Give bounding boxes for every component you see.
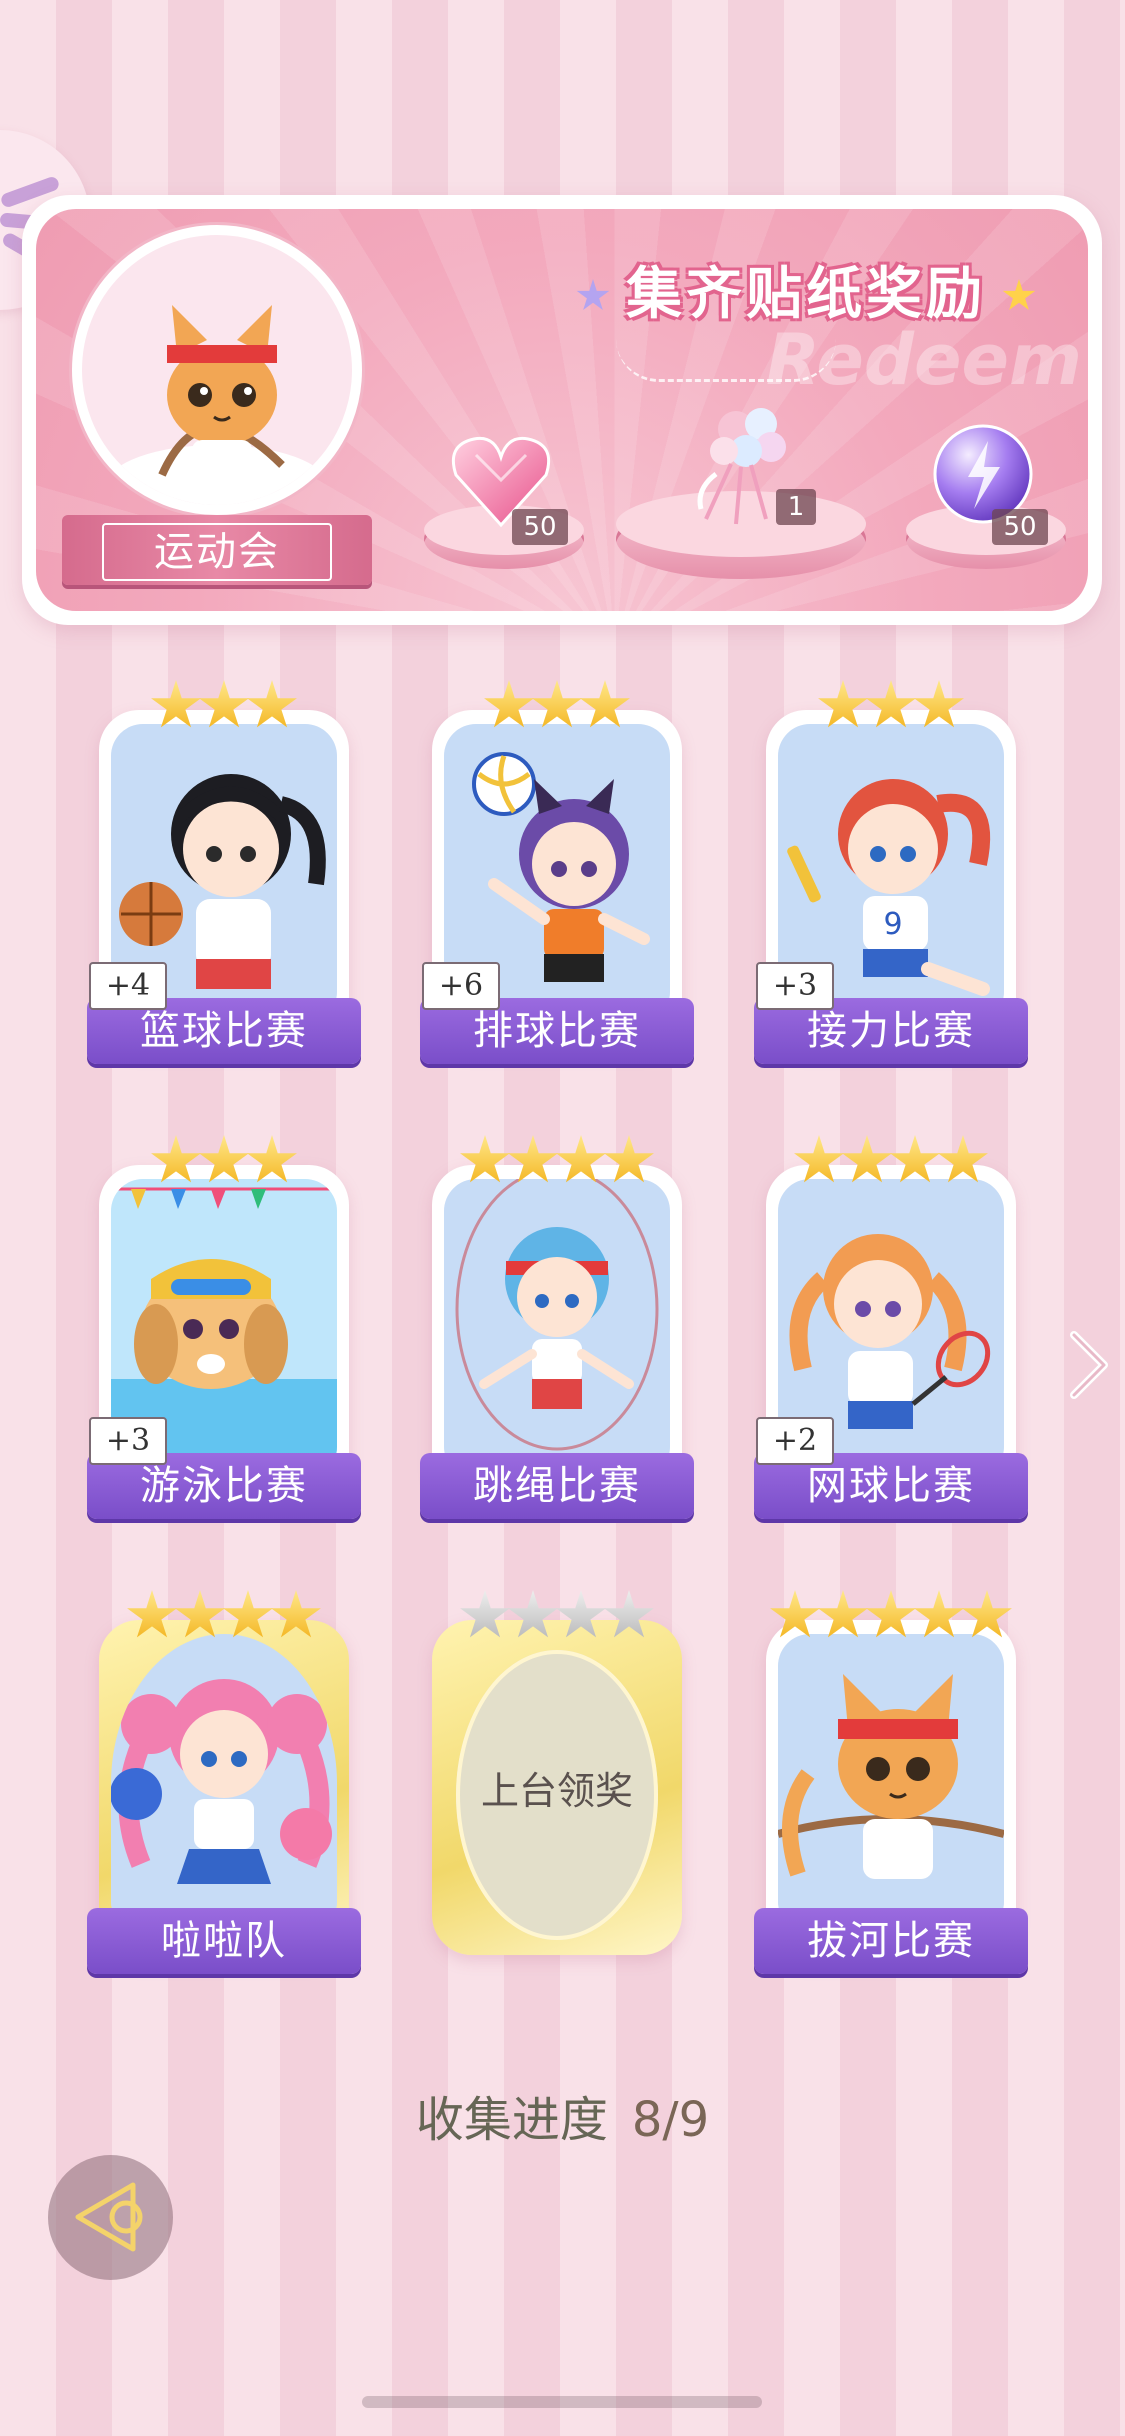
sticker-card-tennis[interactable]: +2 网球比赛 — [754, 1135, 1028, 1519]
duplicate-count-badge: +4 — [89, 962, 167, 1010]
locked-text: 上台领奖 — [480, 1769, 633, 1813]
star-rating — [760, 1590, 1022, 1650]
sticker-card-tugofwar[interactable]: 拔河比赛 — [754, 1590, 1028, 1974]
star-rating — [426, 1590, 688, 1650]
star-icon — [938, 1135, 988, 1183]
star-icon — [223, 1590, 273, 1638]
star-rating — [93, 680, 355, 740]
back-button[interactable] — [48, 2155, 173, 2280]
star-icon — [580, 680, 630, 728]
event-circle — [72, 225, 362, 515]
reward-count: 1 — [776, 489, 816, 525]
sticker-card-basketball[interactable]: +4 篮球比赛 — [87, 680, 361, 1064]
progress-label: 收集进度 — [415, 2092, 608, 2148]
duplicate-count-badge: +2 — [756, 1417, 834, 1465]
star-icon — [842, 1135, 892, 1183]
star-icon — [914, 1590, 964, 1638]
duplicate-count-badge: +3 — [756, 962, 834, 1010]
sticker-card-locked[interactable]: 上台领奖 — [426, 1590, 688, 1970]
card-art — [778, 1634, 1004, 1934]
reward-count: 50 — [512, 509, 568, 545]
event-name: 运动会 — [102, 523, 332, 581]
star-rating — [760, 1135, 1022, 1195]
event-ribbon: 运动会 — [62, 515, 372, 585]
star-rating — [426, 1135, 688, 1195]
sticker-card-relay[interactable]: 9 +3 接力比赛 — [754, 680, 1028, 1064]
star-icon — [604, 1590, 654, 1638]
card-label: 拔河比赛 — [754, 1908, 1028, 1974]
star-icon — [247, 680, 297, 728]
reward-count: 50 — [992, 509, 1048, 545]
star-icon — [890, 1135, 940, 1183]
star-icon — [866, 680, 916, 728]
star-icon — [556, 1135, 606, 1183]
star-rating — [760, 680, 1022, 740]
tugofwar-cat-art — [107, 305, 327, 505]
star-icon — [151, 680, 201, 728]
star-icon — [508, 1590, 558, 1638]
banner-title-wrap: 集齐贴纸奖励 — [576, 251, 1036, 341]
star-icon — [271, 1590, 321, 1638]
star-icon — [460, 1135, 510, 1183]
home-indicator[interactable] — [362, 2396, 762, 2408]
card-art — [111, 1634, 337, 1934]
collection-progress: 收集进度 8/9 — [0, 2080, 1125, 2150]
card-label: 啦啦队 — [87, 1908, 361, 1974]
event-badge[interactable]: 运动会 — [62, 225, 372, 585]
duplicate-count-badge: +6 — [422, 962, 500, 1010]
star-rating — [93, 1590, 355, 1650]
star-icon — [1002, 279, 1036, 310]
star-icon — [127, 1590, 177, 1638]
sticker-card-cheerleader[interactable]: 啦啦队 — [87, 1590, 361, 1974]
star-icon — [199, 1135, 249, 1183]
star-icon — [818, 1590, 868, 1638]
star-icon — [576, 279, 610, 310]
star-icon — [532, 680, 582, 728]
star-icon — [604, 1135, 654, 1183]
progress-value: 8/9 — [631, 2092, 710, 2148]
reward-banner: Redeem 集齐贴纸奖励 50 1 50 运动会 — [22, 195, 1102, 625]
star-icon — [247, 1135, 297, 1183]
star-icon — [151, 1135, 201, 1183]
star-icon — [818, 680, 868, 728]
star-icon — [199, 680, 249, 728]
star-icon — [556, 1590, 606, 1638]
card-label: 跳绳比赛 — [420, 1453, 694, 1519]
sticker-card-swimming[interactable]: +3 游泳比赛 — [87, 1135, 361, 1519]
star-icon — [914, 680, 964, 728]
locked-slot: 上台领奖 — [456, 1650, 658, 1940]
sticker-card-jumprope[interactable]: 跳绳比赛 — [420, 1135, 694, 1519]
card-art — [444, 1179, 670, 1479]
star-icon — [866, 1590, 916, 1638]
star-icon — [484, 680, 534, 728]
star-icon — [962, 1590, 1012, 1638]
duplicate-count-badge: +3 — [89, 1417, 167, 1465]
banner-title: 集齐贴纸奖励 — [626, 261, 986, 327]
dashed-decoration — [616, 339, 836, 382]
sticker-card-volleyball[interactable]: +6 排球比赛 — [420, 680, 694, 1064]
next-page-arrow-icon[interactable] — [1060, 1325, 1120, 1405]
star-icon — [770, 1590, 820, 1638]
star-icon — [460, 1590, 510, 1638]
star-rating — [426, 680, 688, 740]
star-icon — [175, 1590, 225, 1638]
star-icon — [508, 1135, 558, 1183]
back-arrow-icon — [75, 2182, 143, 2252]
star-icon — [794, 1135, 844, 1183]
star-rating — [93, 1135, 355, 1195]
svg-text:9: 9 — [883, 907, 902, 942]
